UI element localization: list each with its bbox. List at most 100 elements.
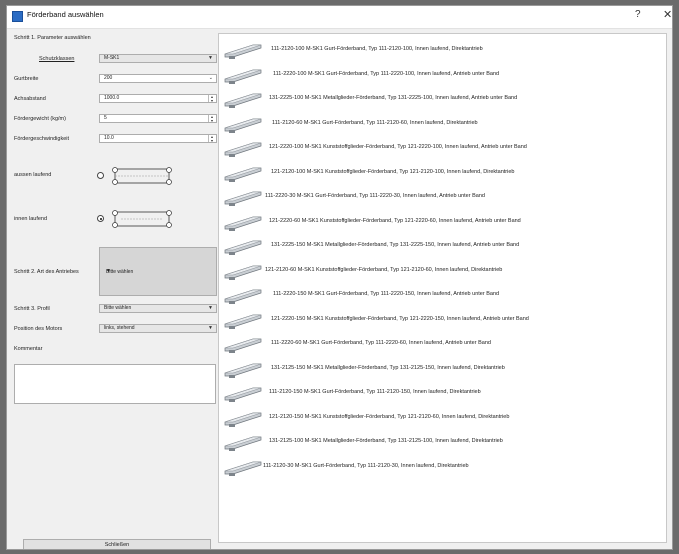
spin-arrows-icon[interactable]: ▴ ▾: [208, 115, 215, 122]
conveyor-list-item[interactable]: 111-2120-30 M-SK1 Gurt-Förderband, Typ 1…: [219, 455, 666, 479]
speed-spinbox[interactable]: 10.0 ▴ ▾: [99, 134, 217, 143]
conveyor-item-label: 121-2220-100 M-SK1 Kunststoffglieder-För…: [269, 144, 527, 150]
outside-running-radio[interactable]: [97, 172, 104, 179]
conveyor-thumbnail-icon: [224, 191, 262, 206]
chevron-down-icon: ▼: [208, 325, 213, 331]
conveyor-thumbnail-icon: [224, 69, 262, 84]
conveyor-list-item[interactable]: 111-2220-150 M-SK1 Gurt-Förderband, Typ …: [219, 283, 666, 307]
window-title: Förderband auswählen: [27, 10, 104, 19]
inside-running-label: innen laufend: [14, 216, 48, 222]
conveyor-list-item[interactable]: 111-2220-60 M-SK1 Gurt-Förderband, Typ 1…: [219, 332, 666, 356]
outside-running-label: aussen laufend: [14, 172, 52, 178]
conveyor-thumbnail-icon: [224, 167, 262, 182]
conveyor-list-item[interactable]: 131-2225-150 M-SK1 Metallglieder-Förderb…: [219, 234, 666, 258]
series-combo[interactable]: M-SK1 ▼: [99, 54, 217, 63]
conveyor-item-label: 131-2125-150 M-SK1 Metallglieder-Förderb…: [271, 364, 505, 371]
conveyor-item-label: 111-2120-30 M-SK1 Gurt-Förderband, Typ 1…: [263, 462, 469, 469]
conveyor-thumbnail-icon: [224, 240, 262, 255]
conveyor-list-item[interactable]: 111-2120-100 M-SK1 Gurt-Förderband, Typ …: [219, 38, 666, 62]
weight-value: 5: [104, 115, 107, 121]
chevron-down-icon: ▼: [106, 268, 111, 274]
conveyor-item-label: 111-2220-150 M-SK1 Gurt-Förderband, Typ …: [273, 291, 500, 297]
conveyor-list-item[interactable]: 121-2220-60 M-SK1 Kunststoffglieder-Förd…: [219, 210, 666, 234]
conveyor-item-label: 111-2120-60 M-SK1 Gurt-Förderband, Typ 1…: [272, 119, 478, 126]
profile-value: Bitte wählen: [104, 305, 132, 311]
step3-label: Schritt 3. Profil: [14, 306, 50, 312]
conveyor-list-item[interactable]: 131-2225-100 M-SK1 Metallglieder-Förderb…: [219, 87, 666, 111]
weight-spinbox[interactable]: 5 ▴ ▾: [99, 114, 217, 123]
conveyor-item-label: 121-2120-150 M-SK1 Kunststoffglieder-För…: [269, 413, 510, 420]
width-label: Gurtbreite: [14, 76, 39, 82]
spin-arrows-icon[interactable]: ▴ ▾: [208, 95, 215, 102]
motor-position-label: Position des Motors: [14, 326, 63, 332]
conveyor-item-label: 111-2120-150 M-SK1 Gurt-Förderband, Typ …: [269, 389, 481, 395]
conveyor-thumbnail-icon: [224, 338, 262, 353]
conveyor-item-label: 111-2220-60 M-SK1 Gurt-Förderband, Typ 1…: [271, 340, 491, 346]
conveyor-thumbnail-icon: [224, 314, 262, 329]
drive-type-combo[interactable]: Bitte wählen ▼: [99, 247, 217, 296]
conveyor-item-label: 131-2125-100 M-SK1 Metallglieder-Förderb…: [269, 438, 503, 444]
conveyor-item-label: 121-2220-150 M-SK1 Kunststoffglieder-För…: [271, 315, 529, 322]
help-button[interactable]: ?: [635, 9, 641, 20]
conveyor-thumbnail-icon: [224, 461, 262, 476]
conveyor-item-label: 131-2225-150 M-SK1 Metallglieder-Förderb…: [271, 242, 520, 248]
outside-belt-diagram: [112, 167, 172, 185]
conveyor-list: 111-2120-100 M-SK1 Gurt-Förderband, Typ …: [218, 33, 667, 543]
series-value: M-SK1: [104, 55, 120, 61]
conveyor-thumbnail-icon: [224, 289, 262, 304]
series-label: Schutzklassen: [39, 56, 75, 62]
spin-arrows-icon[interactable]: ▴ ▾: [208, 135, 215, 142]
conveyor-item-label: 111-2220-100 M-SK1 Gurt-Förderband, Typ …: [273, 70, 500, 77]
conveyor-thumbnail-icon: [224, 118, 262, 133]
title-bar: Förderband auswählen ? ✕: [7, 6, 672, 29]
comment-textarea[interactable]: [14, 364, 216, 404]
conveyor-thumbnail-icon: [224, 44, 262, 59]
motor-position-combo[interactable]: links, stehend ▼: [99, 324, 217, 333]
conveyor-list-item[interactable]: 121-2120-60 M-SK1 Kunststoffglieder-Förd…: [219, 259, 666, 283]
conveyor-thumbnail-icon: [224, 93, 262, 108]
comment-label: Kommentar: [14, 346, 43, 352]
close-dialog-button[interactable]: Schließen: [23, 539, 211, 549]
app-icon: [12, 11, 23, 22]
conveyor-list-item[interactable]: 131-2125-150 M-SK1 Metallglieder-Förderb…: [219, 357, 666, 381]
conveyor-list-item[interactable]: 111-2220-30 M-SK1 Gurt-Förderband, Typ 1…: [219, 185, 666, 209]
conveyor-list-item[interactable]: 131-2125-100 M-SK1 Metallglieder-Förderb…: [219, 430, 666, 454]
conveyor-thumbnail-icon: [224, 216, 262, 231]
speed-label: Fördergeschwindigkeit: [14, 136, 70, 142]
inside-running-radio[interactable]: [97, 215, 104, 222]
conveyor-thumbnail-icon: [224, 436, 262, 451]
conveyor-list-item[interactable]: 111-2220-100 M-SK1 Gurt-Förderband, Typ …: [219, 63, 666, 87]
conveyor-thumbnail-icon: [224, 142, 262, 157]
chevron-down-icon: ▼: [208, 55, 213, 61]
chevron-down-icon: ▼: [208, 305, 213, 311]
conveyor-item-label: 121-2120-60 M-SK1 Kunststoffglieder-Förd…: [265, 266, 503, 273]
conveyor-selection-dialog: Förderband auswählen ? ✕ Schritt 1. Para…: [6, 5, 673, 550]
parameter-panel: Schritt 1. Parameter auswählen Schutzkla…: [13, 33, 217, 543]
conveyor-list-item[interactable]: 121-2120-100 M-SK1 Kunststoffglieder-För…: [219, 161, 666, 185]
motor-position-value: links, stehend: [104, 325, 135, 331]
conveyor-thumbnail-icon: [224, 387, 262, 402]
inside-belt-diagram: [112, 210, 172, 228]
conveyor-thumbnail-icon: [224, 265, 262, 280]
conveyor-list-item[interactable]: 111-2120-60 M-SK1 Gurt-Förderband, Typ 1…: [219, 112, 666, 136]
conveyor-item-label: 131-2225-100 M-SK1 Metallglieder-Förderb…: [269, 95, 518, 101]
conveyor-thumbnail-icon: [224, 412, 262, 427]
profile-combo[interactable]: Bitte wählen ▼: [99, 304, 217, 313]
conveyor-list-item[interactable]: 121-2120-150 M-SK1 Kunststoffglieder-För…: [219, 406, 666, 430]
conveyor-item-label: 121-2220-60 M-SK1 Kunststoffglieder-Förd…: [269, 217, 521, 224]
close-icon[interactable]: ✕: [663, 8, 672, 21]
conveyor-thumbnail-icon: [224, 363, 262, 378]
conveyor-list-item[interactable]: 121-2220-150 M-SK1 Kunststoffglieder-För…: [219, 308, 666, 332]
step1-heading: Schritt 1. Parameter auswählen: [14, 35, 91, 41]
chevron-down-icon: ⌄: [208, 75, 213, 81]
conveyor-item-label: 111-2220-30 M-SK1 Gurt-Förderband, Typ 1…: [265, 193, 485, 199]
axis-distance-label: Achsabstand: [14, 96, 46, 102]
weight-label: Fördergewicht (kg/m): [14, 116, 66, 122]
conveyor-item-label: 121-2120-100 M-SK1 Kunststoffglieder-För…: [271, 168, 515, 175]
conveyor-list-item[interactable]: 111-2120-150 M-SK1 Gurt-Förderband, Typ …: [219, 381, 666, 405]
axis-distance-value: 1000.0: [104, 95, 120, 101]
conveyor-list-item[interactable]: 121-2220-100 M-SK1 Kunststoffglieder-För…: [219, 136, 666, 160]
axis-distance-spinbox[interactable]: 1000.0 ▴ ▾: [99, 94, 217, 103]
width-combo[interactable]: 200 ⌄: [99, 74, 217, 83]
width-value: 200: [104, 75, 113, 81]
